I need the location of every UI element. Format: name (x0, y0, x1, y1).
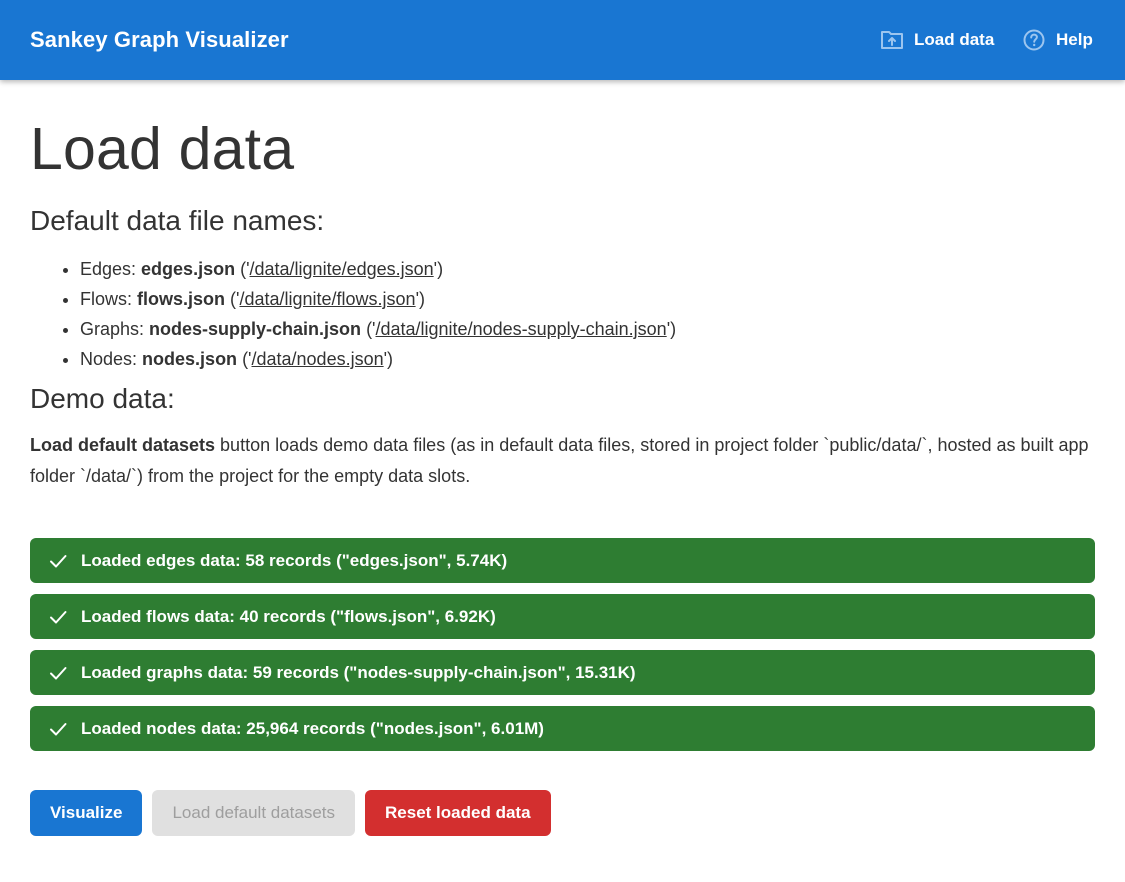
alert-text: Loaded graphs data: 59 records ("nodes-s… (81, 662, 636, 682)
success-alert-graphs: Loaded graphs data: 59 records ("nodes-s… (30, 650, 1095, 695)
list-item: Edges: edges.json ('/data/lignite/edges.… (80, 254, 676, 284)
folder-upload-icon (881, 31, 903, 49)
check-icon (50, 666, 67, 679)
file-path-link[interactable]: /data/nodes.json (252, 349, 384, 369)
load-default-datasets-button[interactable]: Load default datasets (152, 790, 356, 836)
file-name: edges.json (141, 259, 236, 279)
list-item: Flows: flows.json ('/data/lignite/flows.… (80, 284, 676, 314)
success-alert-edges: Loaded edges data: 58 records ("edges.js… (30, 538, 1095, 583)
file-path-link[interactable]: /data/lignite/edges.json (250, 259, 434, 279)
list-item: Nodes: nodes.json ('/data/nodes.json') (80, 344, 676, 374)
success-alert-nodes: Loaded nodes data: 25,964 records ("node… (30, 706, 1095, 751)
file-path-link[interactable]: /data/lignite/flows.json (239, 289, 415, 309)
nav-help-label: Help (1056, 30, 1093, 49)
default-files-heading: Default data file names: (30, 205, 325, 236)
file-name: flows.json (137, 289, 226, 309)
check-icon (50, 610, 67, 623)
alert-text: Loaded flows data: 40 records ("flows.js… (81, 606, 496, 626)
app-title: Sankey Graph Visualizer (30, 27, 289, 52)
file-name: nodes.json (142, 349, 238, 369)
default-files-list: Edges: edges.json ('/data/lignite/edges.… (30, 254, 676, 374)
demo-button-name: Load default datasets (30, 435, 216, 455)
reset-loaded-data-button[interactable]: Reset loaded data (365, 790, 551, 836)
success-alert-flows: Loaded flows data: 40 records ("flows.js… (30, 594, 1095, 639)
page-title: Load data (30, 116, 295, 182)
nav-load-data-label: Load data (914, 30, 995, 49)
app-bar: Sankey Graph Visualizer Load data Help (0, 0, 1125, 80)
file-path-link[interactable]: /data/lignite/nodes-supply-chain.json (376, 319, 667, 339)
action-buttons: Visualize Load default datasets Reset lo… (30, 790, 561, 836)
demo-data-heading: Demo data: (30, 383, 175, 414)
file-name: nodes-supply-chain.json (149, 319, 362, 339)
check-icon (50, 722, 67, 735)
help-circle-icon (1023, 29, 1045, 51)
alert-text: Loaded edges data: 58 records ("edges.js… (81, 550, 508, 570)
nav-load-data-button[interactable]: Load data (880, 26, 994, 54)
demo-description: Load default datasets button loads demo … (30, 430, 1096, 492)
nav-help-button[interactable]: Help (1022, 26, 1093, 54)
list-item: Graphs: nodes-supply-chain.json ('/data/… (80, 314, 676, 344)
check-icon (50, 554, 67, 567)
status-alerts: Loaded edges data: 58 records ("edges.js… (30, 538, 1095, 762)
alert-text: Loaded nodes data: 25,964 records ("node… (81, 718, 544, 738)
visualize-button[interactable]: Visualize (30, 790, 143, 836)
